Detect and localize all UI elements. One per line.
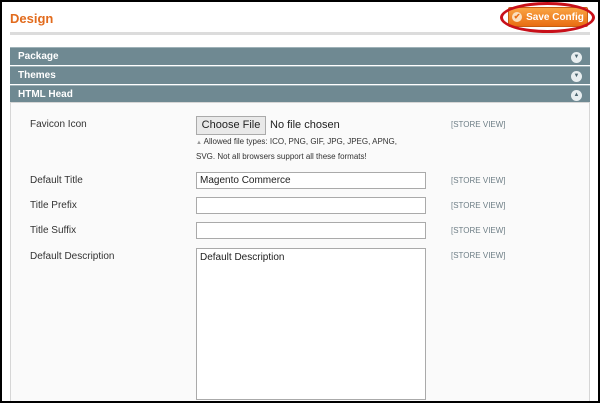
scope-label: [STORE VIEW] — [451, 226, 506, 235]
default-title-input[interactable]: Magento Commerce — [196, 172, 426, 189]
section-label: HTML Head — [18, 89, 73, 100]
default-description-textarea[interactable]: Default Description — [196, 248, 426, 400]
help-text: SVG. Not all browsers support all these … — [196, 152, 367, 161]
chevron-up-icon[interactable]: ▲ — [571, 90, 582, 101]
title-prefix-label: Title Prefix — [30, 200, 77, 211]
section-label: Package — [18, 51, 59, 62]
check-icon: ✔ — [512, 12, 523, 22]
scope-label: [STORE VIEW] — [451, 251, 506, 260]
section-html-head[interactable]: HTML Head ▲ — [10, 85, 590, 103]
page-title: Design — [10, 11, 54, 26]
chevron-down-icon[interactable]: ▼ — [571, 52, 582, 63]
favicon-label: Favicon Icon — [30, 119, 87, 130]
save-label: Save Config — [526, 11, 584, 23]
section-label: Themes — [18, 70, 56, 81]
scope-label: [STORE VIEW] — [451, 176, 506, 185]
chevron-down-icon[interactable]: ▼ — [571, 71, 582, 82]
section-package[interactable]: Package ▼ — [10, 47, 590, 65]
divider — [10, 32, 590, 35]
section-themes[interactable]: Themes ▼ — [10, 66, 590, 84]
scope-label: [STORE VIEW] — [451, 120, 506, 129]
config-page: Design ✔ Save Config Package ▼ Themes ▼ HTM… — [2, 2, 598, 401]
title-prefix-input[interactable] — [196, 197, 426, 214]
default-description-label: Default Description — [30, 251, 115, 262]
choose-file-button[interactable]: Choose File — [196, 116, 266, 135]
scope-label: [STORE VIEW] — [451, 201, 506, 210]
title-suffix-label: Title Suffix — [30, 225, 77, 236]
help-text: Allowed file types: ICO, PNG, GIF, JPG, … — [203, 137, 397, 146]
default-title-label: Default Title — [30, 175, 83, 186]
warning-icon: ▲ — [196, 140, 204, 146]
file-status: No file chosen — [270, 119, 340, 131]
save-config-button[interactable]: ✔ Save Config — [508, 7, 588, 27]
title-suffix-input[interactable] — [196, 222, 426, 239]
